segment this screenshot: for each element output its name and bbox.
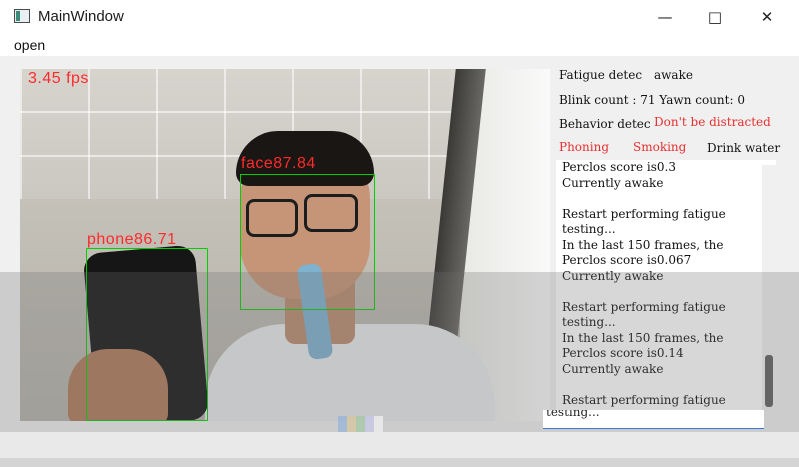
close-icon: ✕: [760, 8, 774, 26]
phone-detection-label: phone86.71: [87, 231, 177, 248]
camera-video-feed: 3.45 fps face87.84 phone86.71: [20, 69, 550, 421]
fatigue-detection-label: Fatigue detec: [559, 68, 643, 82]
smoking-indicator: Smoking: [633, 140, 687, 154]
window-title: MainWindow: [38, 8, 124, 25]
log-input-field[interactable]: testing...: [543, 410, 764, 429]
maximize-icon: □: [707, 8, 723, 26]
main-window: MainWindow — □ ✕ open 3.45 fps face87.84…: [0, 0, 799, 467]
log-scrollbar[interactable]: [762, 165, 776, 412]
maximize-button[interactable]: □: [690, 0, 740, 34]
title-bar[interactable]: MainWindow — □ ✕: [0, 0, 799, 34]
status-bar: [0, 432, 799, 458]
menu-bar: open: [0, 34, 799, 56]
log-output-textbox[interactable]: Perclos score is0.3 Currently awake Rest…: [556, 160, 776, 412]
log-input-text: testing...: [546, 410, 600, 419]
fatigue-detection-value: awake: [654, 68, 693, 82]
minimize-icon: —: [657, 8, 673, 26]
face-detection-label: face87.84: [241, 155, 316, 172]
menu-item-open[interactable]: open: [14, 37, 45, 53]
fps-counter: 3.45 fps: [28, 70, 89, 87]
phone-detection-box: [86, 248, 208, 421]
minimize-button[interactable]: —: [640, 0, 690, 34]
behavior-detection-value: Don't be distracted: [654, 115, 771, 129]
phoning-indicator: Phoning: [559, 140, 610, 154]
log-text: Perclos score is0.3 Currently awake Rest…: [562, 160, 726, 407]
behavior-detection-label: Behavior detec: [559, 117, 651, 131]
close-button[interactable]: ✕: [742, 0, 792, 34]
app-window-icon: [14, 9, 30, 23]
log-scrollbar-thumb[interactable]: [765, 355, 773, 407]
blink-yawn-count: Blink count : 71 Yawn count: 0: [559, 93, 745, 107]
face-detection-box: [240, 174, 375, 310]
render-artifact: [338, 416, 383, 432]
drink-water-indicator: Drink water: [707, 141, 781, 155]
